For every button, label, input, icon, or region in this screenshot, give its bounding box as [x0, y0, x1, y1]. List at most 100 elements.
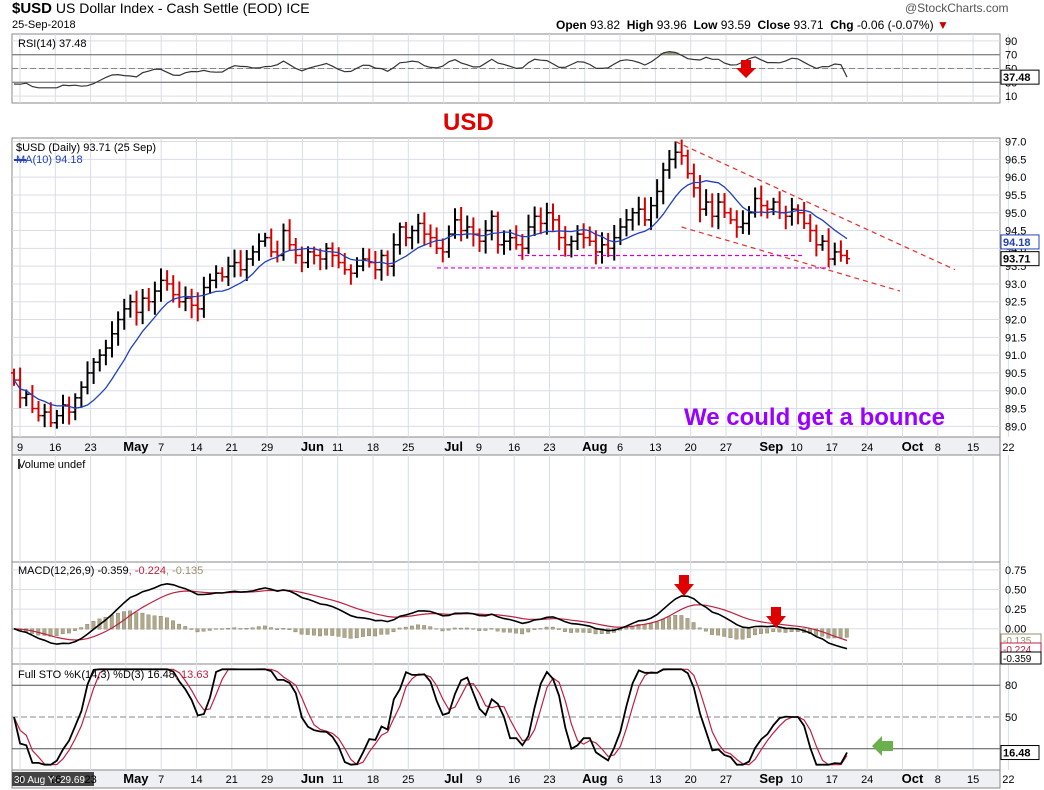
x-tick-label: Aug [582, 439, 607, 454]
macd-histogram-bar [550, 626, 555, 630]
macd-histogram-bar [661, 618, 665, 630]
macd-histogram-bar [183, 626, 188, 630]
x-tick-label: 6 [617, 774, 623, 786]
x-tick-label: 14 [190, 774, 202, 786]
macd-histogram-bar [452, 627, 457, 630]
x-tick-label: Aug [582, 771, 607, 786]
macd-histogram-bar [79, 627, 84, 630]
macd-histogram-bar [318, 628, 322, 637]
x-tick-label: 24 [861, 442, 873, 454]
macd-histogram-bar [373, 628, 378, 637]
x-tick-label: 15 [967, 774, 979, 786]
x-tick-label: May [123, 771, 149, 786]
macd-histogram-bar [293, 628, 298, 633]
volume-legend-icon [18, 459, 20, 469]
price-y-tick: 91.0 [1005, 350, 1026, 362]
sto-y-tick: 50 [1005, 712, 1017, 724]
x-tick-label: 6 [617, 442, 623, 454]
macd-histogram-bar [483, 628, 488, 631]
x-tick-label: 11 [332, 774, 343, 786]
rsi-y-tick: 10 [1005, 91, 1017, 103]
macd-histogram-bar [495, 628, 500, 632]
x-tick-label: Oct [902, 439, 924, 454]
x-tick-label: Jun [301, 771, 324, 786]
x-tick-label: 18 [367, 774, 379, 786]
x-tick-label: 9 [476, 442, 482, 454]
macd-histogram-bar [213, 628, 218, 630]
x-tick-label: 22 [1002, 774, 1014, 786]
x-tick-label: 15 [967, 442, 979, 454]
x-tick-label: 20 [685, 774, 697, 786]
macd-histogram-bar [128, 610, 133, 630]
macd-histogram-bar [416, 624, 420, 630]
macd-histogram-bar [409, 625, 414, 630]
price-y-tick: 96.0 [1005, 172, 1026, 184]
macd-histogram-bar [765, 628, 770, 634]
x-tick-label: 24 [861, 774, 873, 786]
rsi-y-tick: 70 [1005, 50, 1017, 62]
price-y-tick: 91.5 [1005, 332, 1026, 344]
macd-histogram-bar [201, 628, 206, 632]
macd-legend: MACD(12,26,9) -0.359, -0.224, -0.135 [18, 565, 203, 577]
macd-histogram-bar [171, 620, 175, 630]
macd-histogram-bar [697, 627, 702, 630]
cursor-readout: 30 Aug Y:-29.69 [14, 775, 85, 786]
macd-histogram-bar [336, 628, 341, 637]
x-tick-label: 10 [790, 442, 802, 454]
last-price-tag: 93.71 [1003, 254, 1031, 266]
price-y-tick: 90.5 [1005, 368, 1026, 380]
x-tick-label: 23 [543, 774, 555, 786]
macd-histogram-bar [256, 626, 261, 630]
sto-y-tick: 80 [1005, 680, 1017, 692]
macd-histogram-bar [563, 628, 567, 632]
x-tick-label: Jun [301, 439, 324, 454]
macd-histogram-bar [471, 628, 476, 630]
x-tick-label: 22 [1002, 442, 1014, 454]
x-tick-label: Jul [444, 771, 463, 786]
sto-legend-part: Full STO %K(14,3) %D(3) 16.48 [18, 669, 175, 681]
macd-histogram-bar [771, 628, 776, 632]
macd-histogram-bar [354, 628, 359, 639]
macd-histogram-bar [66, 628, 71, 634]
macd-legend-part: MACD(12,26,9) -0.359 [18, 565, 129, 577]
macd-histogram-bar [177, 623, 182, 630]
x-tick-label: 29 [261, 442, 273, 454]
x-tick-label: 17 [826, 442, 838, 454]
macd-histogram-bar [189, 628, 194, 630]
macd-histogram-bar [232, 627, 237, 630]
macd-histogram-bar [434, 628, 439, 630]
macd-y-tick: 0.50 [1005, 584, 1026, 596]
macd-histogram-bar [844, 628, 849, 638]
macd-histogram-bar [250, 627, 255, 630]
macd-histogram-bar [514, 628, 518, 634]
macd-histogram-bar [532, 628, 537, 630]
macd-histogram-bar [385, 628, 390, 635]
macd-histogram-bar [397, 627, 402, 630]
macd-histogram-bar [520, 628, 525, 635]
macd-histogram-bar [330, 628, 335, 636]
macd-histogram-bar [115, 612, 120, 630]
x-tick-label: 10 [790, 774, 802, 786]
macd-legend-part: , -0.224 [129, 565, 166, 577]
bounce-annotation: We could get a bounce [684, 404, 945, 431]
price-y-tick: 95.5 [1005, 190, 1026, 202]
macd-histogram-bar [164, 617, 169, 630]
macd-histogram-bar [544, 626, 549, 630]
macd-histogram-bar [73, 628, 77, 631]
macd-histogram-bar [440, 628, 445, 632]
macd-histogram-bar [569, 628, 574, 633]
x-tick-label: 17 [826, 774, 838, 786]
macd-histogram-bar [538, 628, 543, 630]
macd-histogram-bar [501, 628, 506, 633]
macd-histogram-bar [299, 628, 304, 635]
x-tick-label: Sep [759, 771, 783, 786]
macd-histogram-bar [654, 621, 659, 630]
x-tick-label: 11 [332, 442, 343, 454]
price-y-tick: 95.0 [1005, 208, 1026, 220]
price-y-tick: 92.0 [1005, 315, 1026, 327]
price-y-tick: 97.0 [1005, 137, 1026, 149]
macd-histogram-bar [740, 628, 745, 640]
macd-histogram-bar [648, 623, 653, 630]
macd-y-tick: 0.25 [1005, 604, 1026, 616]
x-tick-label: 16 [508, 442, 520, 454]
